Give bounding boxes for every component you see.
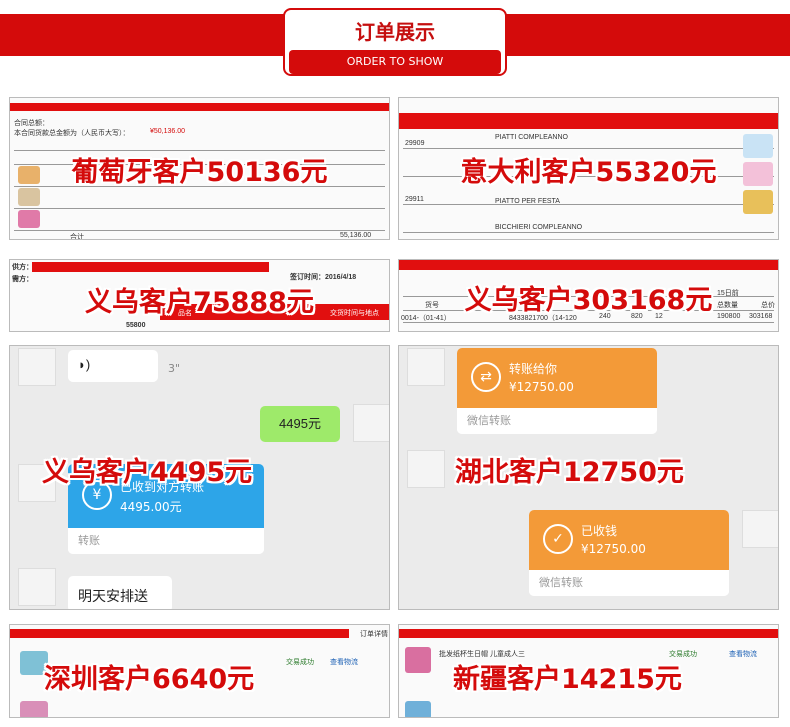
product-image <box>20 701 48 717</box>
product-image <box>743 190 773 214</box>
avatar <box>18 348 56 386</box>
transfer-label: 转账给你 <box>509 362 558 376</box>
chat-message: 4495元 <box>260 406 340 442</box>
order-caption: 新疆客户14215元 <box>453 664 682 695</box>
order-caption: 湖北客户12750元 <box>455 457 684 488</box>
voice-message: ◗) <box>68 350 158 382</box>
doc-table-row <box>403 322 774 323</box>
order-tile-shenzhen: 订单详情 交易成功 查看物流 深圳客户6640元 <box>9 624 390 718</box>
doc-line: 29911 <box>405 196 424 203</box>
transfer-amount: ¥12750.00 <box>581 542 646 556</box>
doc-table-row <box>14 230 385 231</box>
avatar <box>742 510 778 548</box>
order-caption: 义乌客户75888元 <box>85 287 314 318</box>
order-tile-yiwu-303168: 货号 15日前 总数量 总价 0014-（01-41） 8433821700（1… <box>398 259 779 332</box>
avatar <box>407 348 445 386</box>
doc-line: 合同总额： <box>14 120 49 127</box>
chat-message: 明天安排送 <box>68 576 172 609</box>
transfer-footer: 微信转账 <box>457 408 657 434</box>
product-image <box>18 210 40 228</box>
transfer-card[interactable]: ⇄ 转账给你 ¥12750.00 微信转账 <box>457 348 657 434</box>
order-tile-portugal: 合同总额： 本合同货款总金额为（人民币大写）： ¥50,136.00 合计 55… <box>9 97 390 240</box>
order-caption: 义乌客户4495元 <box>42 457 253 488</box>
doc-line: BICCHIERI COMPLEANNO <box>495 224 583 231</box>
doc-line: 29909 <box>405 140 425 147</box>
doc-table-row <box>14 208 385 209</box>
doc-red-strip <box>32 262 269 272</box>
check-icon: ✓ <box>543 524 573 554</box>
transfer-icon: ⇄ <box>471 362 501 392</box>
doc-line: PIATTI COMPLEANNO <box>495 134 568 141</box>
order-caption: 葡萄牙客户50136元 <box>71 157 328 188</box>
doc-line: ¥50,136.00 <box>150 128 186 135</box>
page-title: 订单展示 <box>355 20 435 44</box>
page-subtitle: ORDER TO SHOW <box>289 50 501 74</box>
avatar <box>18 568 56 606</box>
doc-red-strip <box>399 629 778 638</box>
transfer-amount: 4495.00元 <box>120 500 182 514</box>
transfer-footer: 微信转账 <box>529 570 729 596</box>
order-caption: 深圳客户6640元 <box>44 664 255 695</box>
doc-red-strip <box>399 260 778 270</box>
order-tile-yiwu-75888: 供方： 需方： 签订时间：2016/4/18 品名 交货时间与地点 55800 … <box>9 259 390 332</box>
doc-red-strip <box>399 113 778 129</box>
doc-table-row <box>403 148 774 149</box>
header-title-box: 订单展示 ORDER TO SHOW <box>283 8 507 76</box>
voice-duration: 3" <box>168 362 181 375</box>
order-caption: 意大利客户55320元 <box>460 157 717 188</box>
product-image <box>18 188 40 206</box>
transfer-card[interactable]: ✓ 已收钱 ¥12750.00 微信转账 <box>529 510 729 596</box>
order-tile-hubei-12750: ⇄ 转账给你 ¥12750.00 微信转账 ✓ 已收钱 ¥12750.00 微信… <box>398 345 779 610</box>
product-image <box>405 701 431 717</box>
doc-line: 供方： <box>12 264 33 271</box>
order-tile-xinjiang: 批发纸杯生日帽 儿童成人三 交易成功 查看物流 新疆客户14215元 <box>398 624 779 718</box>
transfer-amount: ¥12750.00 <box>509 380 574 394</box>
transfer-footer: 转账 <box>68 528 264 554</box>
doc-red-strip <box>10 629 349 638</box>
doc-line: 本合同货款总金额为（人民币大写）： <box>14 130 130 137</box>
doc-red-strip <box>10 103 389 111</box>
order-tile-italy: 29909 29911 PIATTI COMPLEANNO PIATTO PER… <box>398 97 779 240</box>
doc-line: 55800 <box>126 322 146 329</box>
product-image <box>405 647 431 673</box>
doc-table-row <box>403 204 774 205</box>
doc-table-row <box>403 232 774 233</box>
doc-line: 订单详情 <box>360 631 388 638</box>
doc-line: 合计 <box>70 234 84 240</box>
avatar <box>353 404 389 442</box>
doc-line: 55,136.00 <box>340 232 372 239</box>
transfer-label: 已收钱 <box>581 524 618 538</box>
doc-line: PIATTO PER FESTA <box>495 198 560 205</box>
order-caption: 义乌客户303168元 <box>464 285 713 316</box>
voice-icon: ◗) <box>78 357 91 372</box>
order-tile-yiwu-4495: ◗) 3" 4495元 ¥ 已收到对方转账 4495.00元 转账 明天安排送 … <box>9 345 390 610</box>
avatar <box>407 450 445 488</box>
